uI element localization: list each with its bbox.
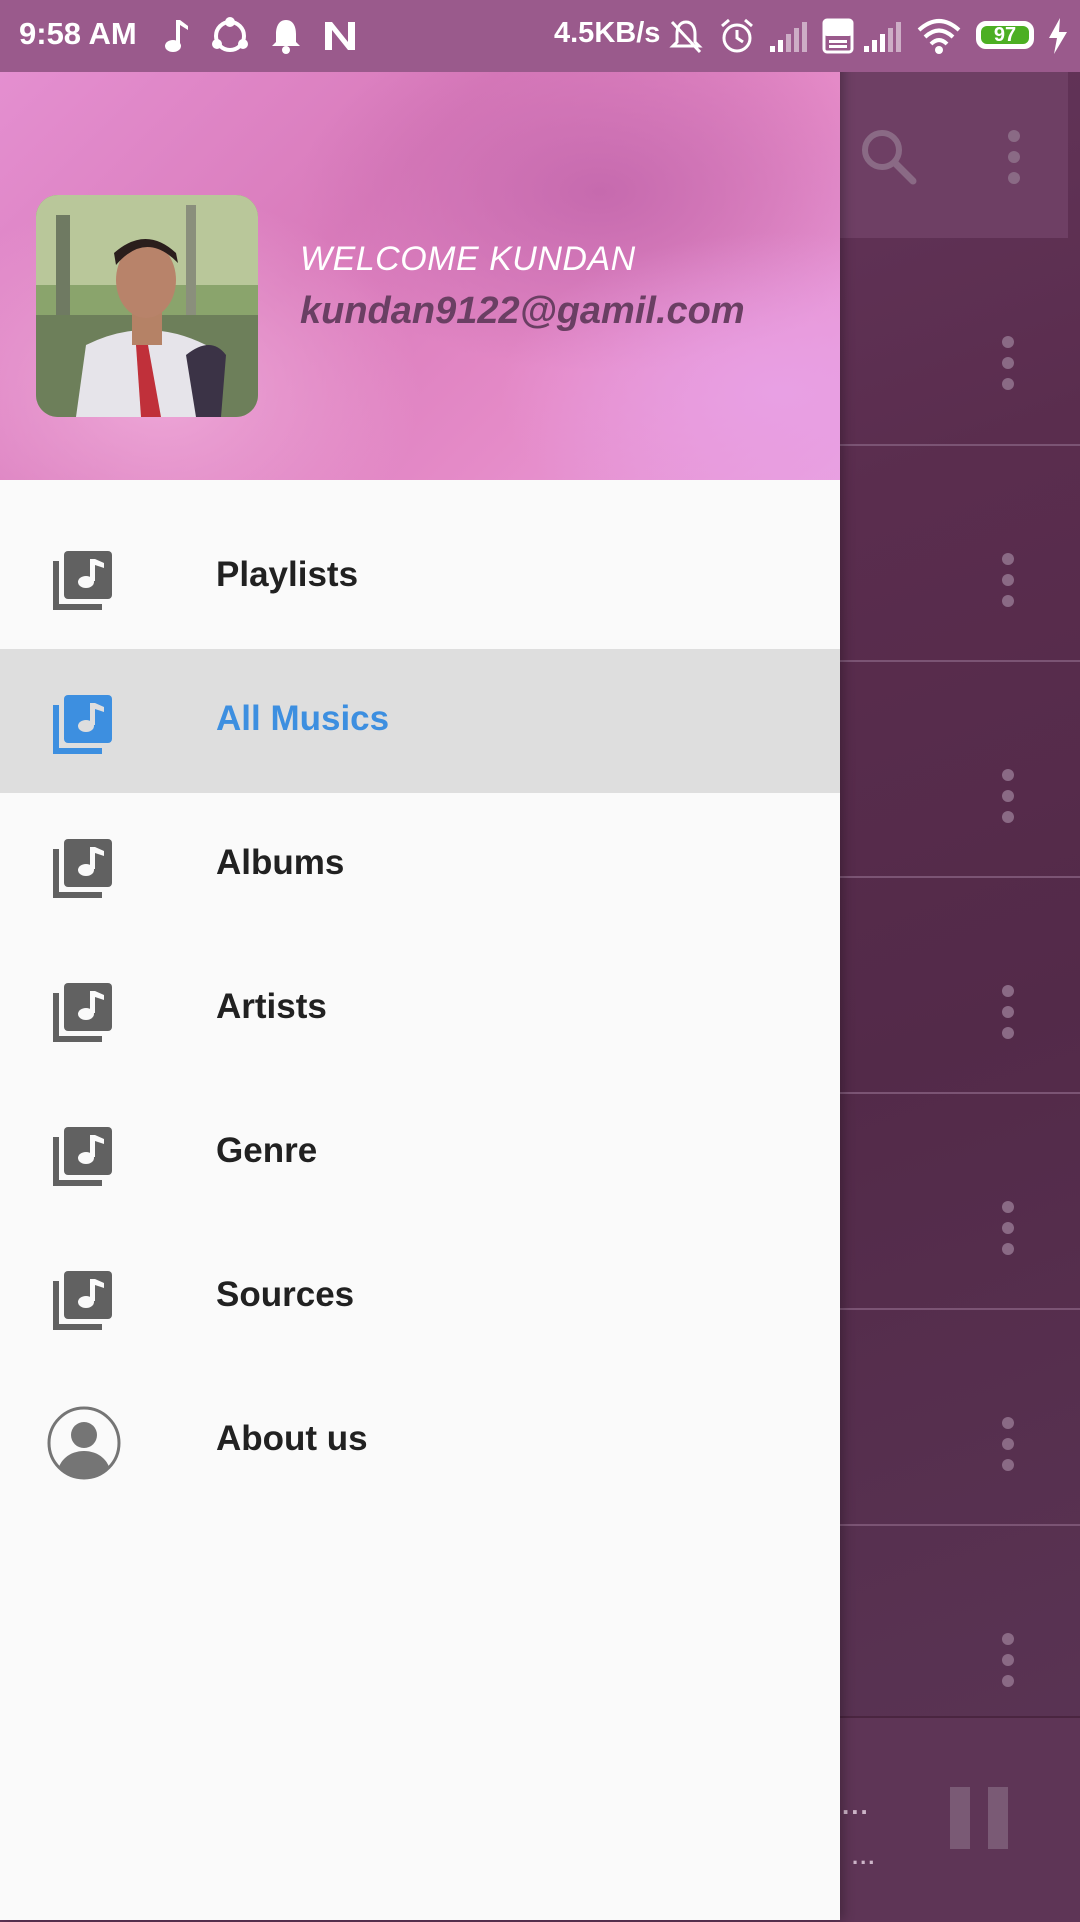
menu-item-label: Playlists (216, 555, 359, 594)
list-divider (840, 1092, 1080, 1094)
music-library-icon (53, 695, 112, 754)
music-library-icon (53, 1127, 112, 1186)
player-title: ... (842, 1790, 870, 1820)
search-icon[interactable] (858, 126, 918, 186)
alarm-icon (721, 18, 753, 53)
wifi-icon (917, 19, 961, 54)
list-divider (840, 660, 1080, 662)
status-time: 9:58 AM (19, 16, 137, 51)
music-library-icon (53, 983, 112, 1042)
network-speed: 4.5KB/s (554, 17, 661, 49)
share-it-icon (212, 17, 248, 52)
battery-level: 97 (981, 25, 1029, 45)
list-divider (840, 444, 1080, 446)
menu-item-label: Sources (216, 1275, 355, 1314)
signal-icon (770, 22, 807, 52)
menu-item-label: Artists (216, 987, 327, 1026)
menu-item-genre[interactable]: Genre (0, 1081, 840, 1225)
menu-item-albums[interactable]: Albums (0, 793, 840, 937)
more-vert-icon[interactable] (994, 1201, 1022, 1264)
player-subtitle: ... (852, 1844, 877, 1869)
menu-item-all-musics[interactable]: All Musics (0, 649, 840, 793)
profile-photo (36, 195, 258, 417)
n-app-icon (325, 22, 355, 50)
battery-icon: 97 (976, 21, 1034, 49)
list-divider (840, 1524, 1080, 1526)
more-vert-icon[interactable] (1000, 130, 1028, 186)
pause-icon[interactable] (950, 1787, 1008, 1849)
menu-item-label: Genre (216, 1131, 318, 1170)
more-vert-icon[interactable] (994, 985, 1022, 1048)
music-library-icon (53, 1271, 112, 1330)
menu-item-label: Albums (216, 843, 345, 882)
music-library-icon (53, 551, 112, 610)
navigation-drawer: WELCOME KUNDAN kundan9122@gamil.com Play… (0, 0, 840, 1920)
more-vert-icon[interactable] (994, 1633, 1022, 1696)
status-bar: 9:58 AM 4.5KB/s 97 (0, 0, 1080, 72)
notification-bell-icon (272, 20, 300, 54)
person-icon (47, 1406, 121, 1480)
menu-item-about-us[interactable]: About us (0, 1369, 840, 1513)
user-email: kundan9122@gamil.com (300, 290, 745, 332)
menu-item-label: About us (216, 1419, 368, 1458)
list-divider (840, 1308, 1080, 1310)
welcome-text: WELCOME KUNDAN (300, 240, 636, 278)
list-divider (840, 876, 1080, 878)
charging-icon (1049, 18, 1067, 54)
more-vert-icon[interactable] (994, 769, 1022, 832)
menu-item-label: All Musics (216, 699, 390, 738)
volte-icon (822, 18, 854, 54)
mute-icon (669, 20, 703, 54)
more-vert-icon[interactable] (994, 1417, 1022, 1480)
music-library-icon (53, 839, 112, 898)
more-vert-icon[interactable] (994, 553, 1022, 616)
signal-icon (864, 22, 901, 52)
menu-item-playlists[interactable]: Playlists (0, 505, 840, 649)
menu-item-artists[interactable]: Artists (0, 937, 840, 1081)
music-note-icon (165, 20, 188, 52)
profile-avatar[interactable] (36, 195, 258, 417)
menu-item-sources[interactable]: Sources (0, 1225, 840, 1369)
more-vert-icon[interactable] (994, 336, 1022, 399)
